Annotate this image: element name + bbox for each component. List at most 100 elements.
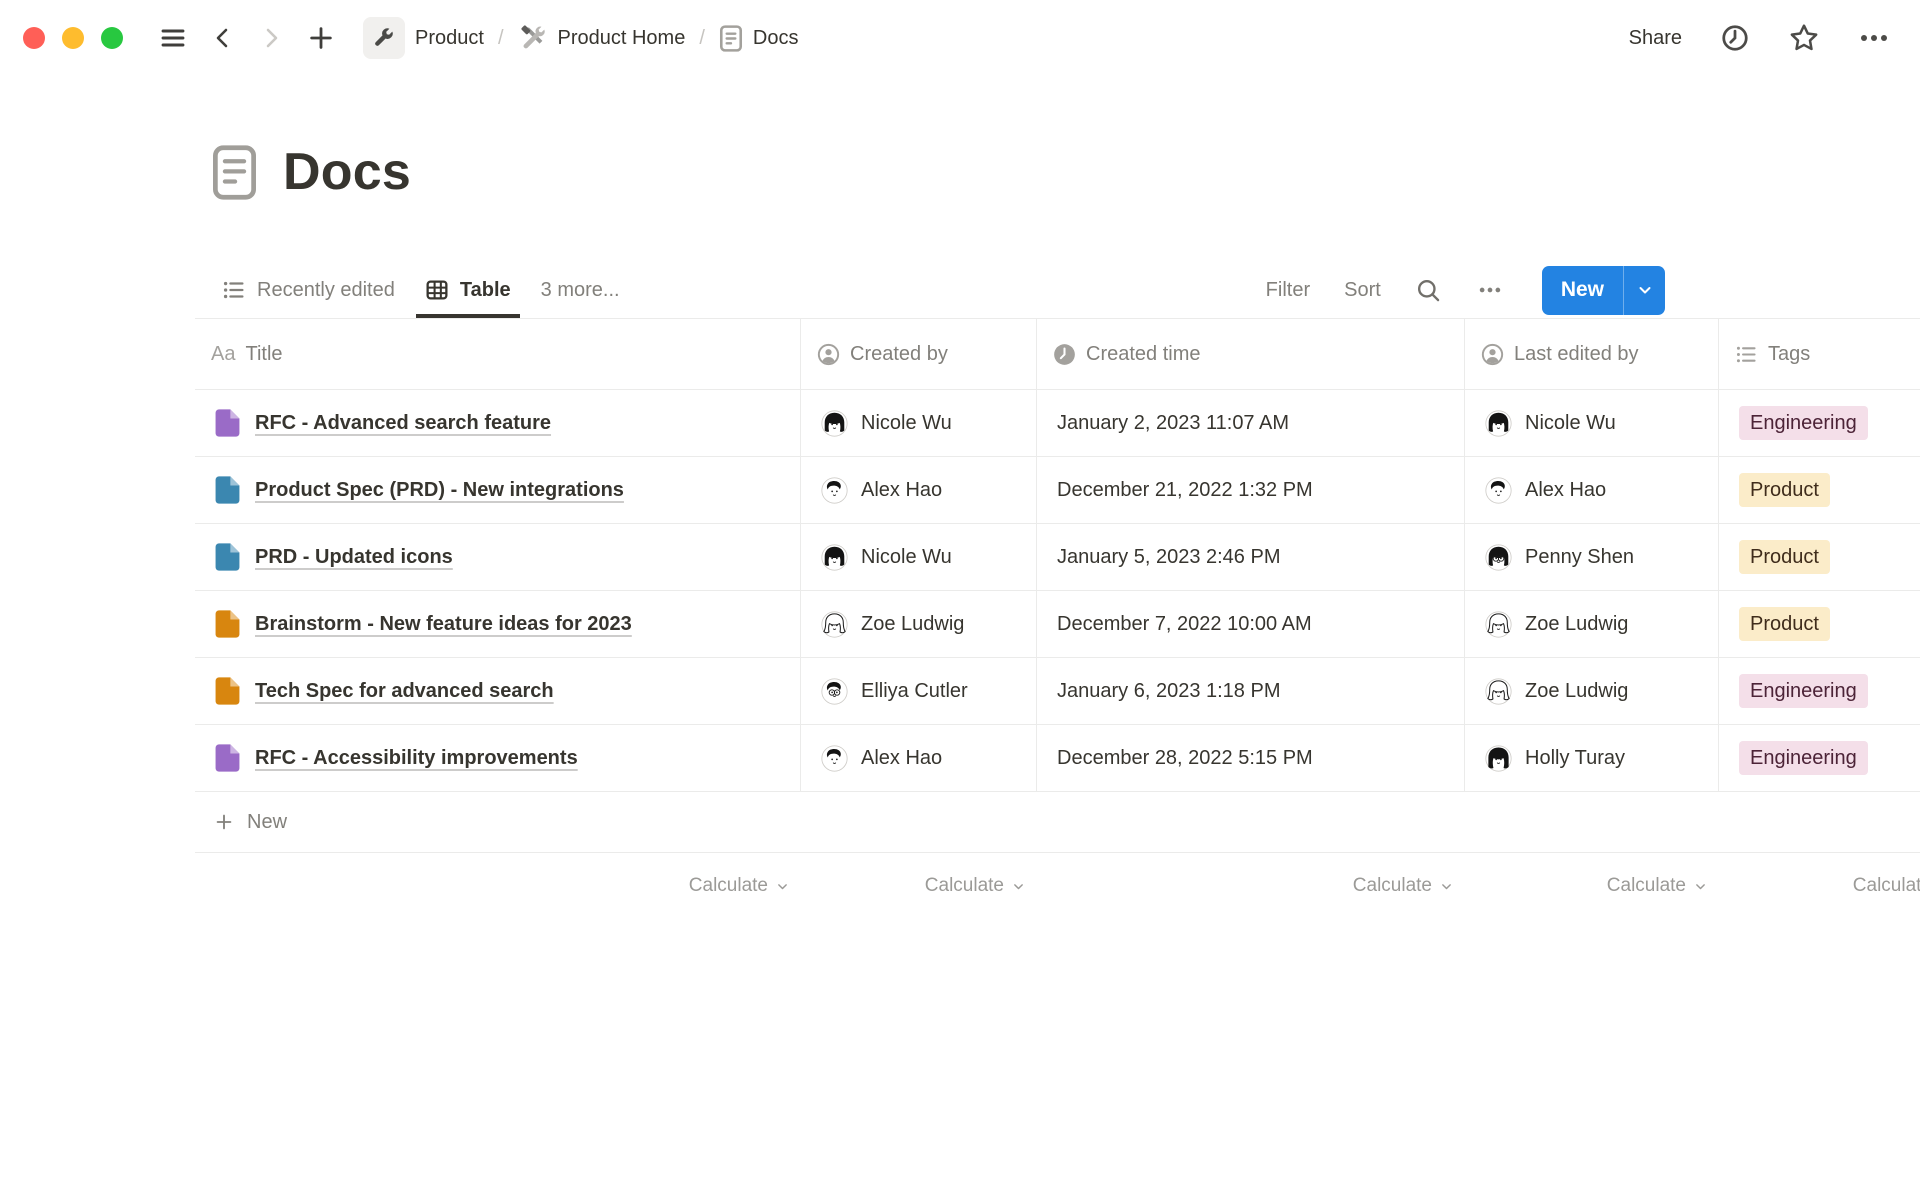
title-cell[interactable]: Product Spec (PRD) - New integrations	[195, 457, 801, 523]
new-page-plus-icon[interactable]	[307, 24, 335, 52]
tab-more-views[interactable]: 3 more...	[532, 262, 629, 318]
created-time-cell[interactable]: January 6, 2023 1:18 PM	[1037, 658, 1465, 724]
view-toolbar: Recently edited Table 3 more... Filter S…	[195, 262, 1920, 319]
doc-title-link[interactable]: RFC - Accessibility improvements	[255, 747, 578, 770]
favorite-star-icon[interactable]	[1788, 22, 1820, 54]
history-clock-icon[interactable]	[1720, 23, 1750, 53]
doc-title-link[interactable]: Product Spec (PRD) - New integrations	[255, 479, 624, 502]
calculate-last-edited-by[interactable]: Calculate	[1465, 853, 1719, 919]
last-edited-by-cell[interactable]: Zoe Ludwig	[1465, 658, 1719, 724]
calculate-row: Calculate Calculate Calculate Calculate …	[195, 853, 1920, 919]
avatar	[821, 611, 848, 638]
tags-cell[interactable]: Engineering	[1719, 390, 1920, 456]
calculate-tags[interactable]: Calculate	[1719, 853, 1920, 919]
created-by-cell[interactable]: Zoe Ludwig	[801, 591, 1037, 657]
created-by-cell[interactable]: Nicole Wu	[801, 390, 1037, 456]
tags-cell[interactable]: Product	[1719, 457, 1920, 523]
person-name: Penny Shen	[1525, 546, 1634, 569]
created-by-cell[interactable]: Nicole Wu	[801, 524, 1037, 590]
person-name: Nicole Wu	[1525, 412, 1616, 435]
doc-title-link[interactable]: Tech Spec for advanced search	[255, 680, 554, 703]
minimize-window-button[interactable]	[62, 27, 84, 49]
tag-badge: Product	[1739, 473, 1830, 507]
created-time-cell[interactable]: January 2, 2023 11:07 AM	[1037, 390, 1465, 456]
created-by-cell[interactable]: Elliya Cutler	[801, 658, 1037, 724]
new-button-label[interactable]: New	[1542, 266, 1623, 315]
column-header-tags[interactable]: Tags	[1719, 319, 1920, 389]
column-header-created-by[interactable]: Created by	[801, 319, 1037, 389]
breadcrumb-divider: /	[699, 27, 705, 50]
breadcrumb-item-product-home[interactable]: Product Home	[518, 23, 686, 53]
tags-cell[interactable]: Engineering	[1719, 658, 1920, 724]
title-cell[interactable]: RFC - Accessibility improvements	[195, 725, 801, 791]
new-button-chevron-down-icon[interactable]	[1623, 266, 1665, 315]
last-edited-by-cell[interactable]: Alex Hao	[1465, 457, 1719, 523]
created-by-cell[interactable]: Alex Hao	[801, 457, 1037, 523]
column-header-created-time[interactable]: Created time	[1037, 319, 1465, 389]
tag-badge: Product	[1739, 540, 1830, 574]
table-row: Product Spec (PRD) - New integrations Al…	[195, 457, 1920, 524]
back-icon[interactable]	[211, 26, 235, 50]
sidebar-toggle-icon[interactable]	[159, 24, 187, 52]
created-time-cell[interactable]: December 28, 2022 5:15 PM	[1037, 725, 1465, 791]
title-cell[interactable]: Brainstorm - New feature ideas for 2023	[195, 591, 801, 657]
zoom-window-button[interactable]	[101, 27, 123, 49]
view-tabs: Recently edited Table 3 more...	[213, 262, 629, 318]
person-icon	[817, 343, 840, 366]
search-icon[interactable]	[1415, 277, 1442, 304]
created-time-cell[interactable]: December 21, 2022 1:32 PM	[1037, 457, 1465, 523]
doc-title-link[interactable]: PRD - Updated icons	[255, 546, 453, 569]
last-edited-by-cell[interactable]: Holly Turay	[1465, 725, 1719, 791]
table-row: Tech Spec for advanced search Elliya Cut…	[195, 658, 1920, 725]
last-edited-by-cell[interactable]: Nicole Wu	[1465, 390, 1719, 456]
created-time-value: December 7, 2022 10:00 AM	[1057, 613, 1312, 636]
chevron-down-icon	[1440, 880, 1453, 893]
breadcrumb-label: Product Home	[558, 27, 686, 50]
forward-icon[interactable]	[259, 26, 283, 50]
created-time-cell[interactable]: January 5, 2023 2:46 PM	[1037, 524, 1465, 590]
filter-button[interactable]: Filter	[1266, 279, 1310, 302]
created-time-value: January 5, 2023 2:46 PM	[1057, 546, 1280, 569]
doc-title-link[interactable]: RFC - Advanced search feature	[255, 412, 551, 435]
breadcrumb-item-docs[interactable]: Docs	[719, 25, 799, 52]
column-label: Title	[245, 343, 282, 366]
created-time-cell[interactable]: December 7, 2022 10:00 AM	[1037, 591, 1465, 657]
tags-cell[interactable]: Product	[1719, 591, 1920, 657]
page-icon	[215, 409, 240, 437]
title-cell[interactable]: Tech Spec for advanced search	[195, 658, 801, 724]
calculate-created-time[interactable]: Calculate	[1037, 853, 1465, 919]
created-by-cell[interactable]: Alex Hao	[801, 725, 1037, 791]
page-title[interactable]: Docs	[283, 142, 411, 202]
tags-cell[interactable]: Engineering	[1719, 725, 1920, 791]
breadcrumb-label: Product	[415, 27, 484, 50]
more-options-icon[interactable]	[1858, 22, 1890, 54]
tab-table[interactable]: Table	[416, 262, 520, 318]
person-icon	[1481, 343, 1504, 366]
title-cell[interactable]: PRD - Updated icons	[195, 524, 801, 590]
new-row-button[interactable]: New	[195, 792, 1920, 853]
calculate-created-by[interactable]: Calculate	[801, 853, 1037, 919]
page-icon	[215, 677, 240, 705]
last-edited-by-cell[interactable]: Zoe Ludwig	[1465, 591, 1719, 657]
tags-cell[interactable]: Product	[1719, 524, 1920, 590]
doc-title-link[interactable]: Brainstorm - New feature ideas for 2023	[255, 613, 632, 636]
page-icon	[215, 543, 240, 571]
view-options-icon[interactable]	[1476, 276, 1504, 304]
column-header-last-edited-by[interactable]: Last edited by	[1465, 319, 1719, 389]
avatar	[821, 678, 848, 705]
breadcrumb-item-product[interactable]: Product	[363, 17, 484, 59]
share-button[interactable]: Share	[1629, 27, 1682, 50]
new-button: New	[1542, 266, 1665, 315]
title-cell[interactable]: RFC - Advanced search feature	[195, 390, 801, 456]
chevron-down-icon	[1694, 880, 1707, 893]
calculate-title[interactable]: Calculate	[195, 853, 801, 919]
column-header-title[interactable]: Aa Title	[195, 319, 801, 389]
doc-icon	[719, 25, 743, 52]
column-label: Created time	[1086, 343, 1201, 366]
person-name: Alex Hao	[861, 747, 942, 770]
close-window-button[interactable]	[23, 27, 45, 49]
last-edited-by-cell[interactable]: Penny Shen	[1465, 524, 1719, 590]
tab-recently-edited[interactable]: Recently edited	[213, 262, 404, 318]
chevron-down-icon	[1012, 880, 1025, 893]
sort-button[interactable]: Sort	[1344, 279, 1381, 302]
